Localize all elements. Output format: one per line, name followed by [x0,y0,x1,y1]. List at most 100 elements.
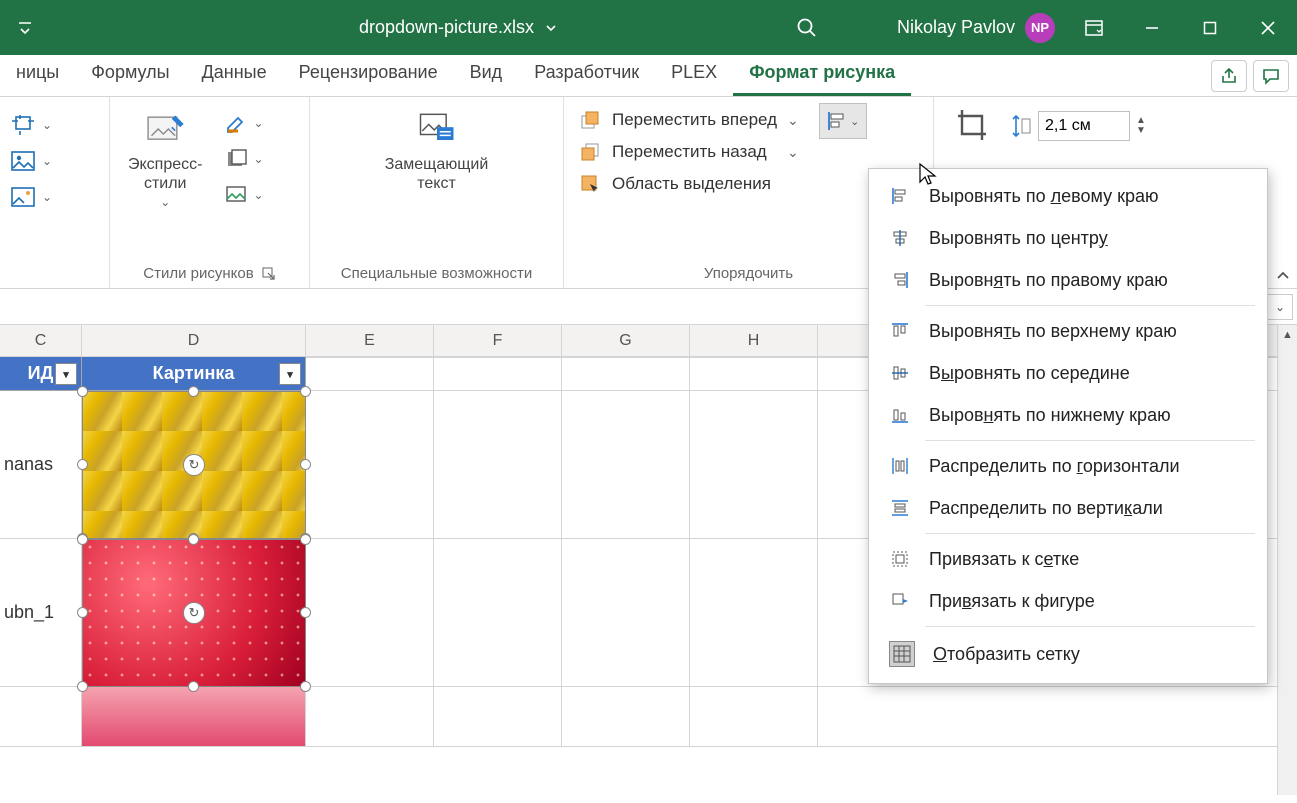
close-button[interactable] [1239,0,1297,55]
quick-styles-button[interactable]: Экспресс- стили ⌄ [120,103,210,214]
ribbon-tabs: ницыФормулыДанныеРецензированиеВидРазраб… [0,55,1297,97]
picture-cell[interactable] [82,391,306,539]
picture-layout-button[interactable]: ⌄ [216,179,272,211]
cell[interactable] [306,357,434,391]
cell[interactable] [0,687,82,747]
align-menu-item[interactable]: Выровнять по середине [869,352,1267,394]
align-menu-item[interactable]: Выровнять по правому краю [869,259,1267,301]
share-button[interactable] [1211,60,1247,92]
cell[interactable] [690,357,818,391]
group-label-accessibility: Специальные возможности [320,261,553,288]
embedded-image[interactable] [82,391,305,538]
table-header-cell[interactable]: ИД ▾ [0,357,82,391]
ribbon-collapse-button[interactable] [1275,268,1291,282]
column-header[interactable]: C [0,325,82,356]
align-menu-item-label: Выровнять по центру [929,228,1108,249]
dialog-launcher-icon[interactable] [262,267,276,281]
height-spinner[interactable]: ▲▼ [1136,116,1146,136]
cell[interactable]: nanas [0,391,82,539]
align-bottom-icon [889,404,911,426]
picture-icon [10,150,36,172]
align-menu-item-label: Выровнять по верхнему краю [929,321,1177,342]
tab-данные[interactable]: Данные [186,52,283,96]
scroll-up-button[interactable]: ▲ [1278,325,1297,345]
search-button[interactable] [717,17,897,39]
cell[interactable] [306,539,434,687]
align-menu-item-label: Выровнять по середине [929,363,1130,384]
cell[interactable] [434,687,562,747]
cell[interactable] [306,391,434,539]
maximize-icon [1203,21,1217,35]
bring-forward-button[interactable]: Переместить вперед ⌄ [574,107,805,133]
cell[interactable] [562,687,690,747]
align-menu-item-label: Распределить по горизонтали [929,456,1180,477]
cell[interactable] [306,687,434,747]
embedded-image[interactable] [82,539,305,686]
align-menu-item[interactable]: Отобразить сетку [869,631,1267,677]
selection-pane-button[interactable]: Область выделения [574,171,805,197]
alt-text-button[interactable]: Замещающий текст [377,103,497,197]
comments-button[interactable] [1253,60,1289,92]
column-header[interactable]: H [690,325,818,356]
maximize-button[interactable] [1181,0,1239,55]
align-menu-item[interactable]: Привязать к сетке [869,538,1267,580]
artistic-effects-button[interactable]: ⌄ [10,181,82,213]
table-header-cell[interactable]: Картинка ▾ [82,357,306,391]
ribbon-display-options-button[interactable] [1065,0,1123,55]
column-header[interactable]: F [434,325,562,356]
align-menu-item[interactable]: Выровнять по левому краю [869,175,1267,217]
color-button[interactable]: ⌄ [10,145,82,177]
column-header[interactable]: D [82,325,306,356]
picture-cell[interactable] [82,539,306,687]
alt-text-icon [415,109,459,149]
picture-border-button[interactable]: ⌄ [216,107,272,139]
filter-button[interactable]: ▾ [55,363,77,385]
cell[interactable] [690,391,818,539]
column-header[interactable]: G [562,325,690,356]
filter-button[interactable]: ▾ [279,363,301,385]
picture-effects-button[interactable]: ⌄ [216,143,272,175]
tab-plex[interactable]: PLEX [655,52,733,96]
cell[interactable]: ubn_1 [0,539,82,687]
column-header[interactable]: E [306,325,434,356]
align-menu-item[interactable]: Выровнять по центру [869,217,1267,259]
show-grid-icon [889,641,915,667]
vertical-scrollbar[interactable]: ▲ [1277,325,1297,795]
tab-ницы[interactable]: ницы [0,52,75,96]
tab-разработчик[interactable]: Разработчик [518,52,655,96]
align-menu-item[interactable]: Выровнять по верхнему краю [869,310,1267,352]
cell[interactable] [562,391,690,539]
height-input[interactable]: 2,1 см [1038,111,1130,141]
window-controls [1065,0,1297,55]
cell[interactable] [690,687,818,747]
cell[interactable] [434,357,562,391]
cell[interactable] [818,687,1297,747]
picture-cell[interactable] [82,687,306,747]
account-area[interactable]: Nikolay Pavlov NP [897,13,1055,43]
align-menu-item[interactable]: Распределить по горизонтали [869,445,1267,487]
minimize-button[interactable] [1123,0,1181,55]
align-menu-item[interactable]: Привязать к фигуре [869,580,1267,622]
formula-bar-expand-button[interactable]: ⌄ [1267,294,1293,320]
send-backward-button[interactable]: Переместить назад ⌄ [574,139,805,165]
cell[interactable] [690,539,818,687]
align-menu-item[interactable]: Распределить по вертикали [869,487,1267,529]
tab-рецензирование[interactable]: Рецензирование [283,52,454,96]
cell[interactable] [434,391,562,539]
styles-gallery-icon [143,107,187,151]
chevron-down-icon[interactable] [544,21,558,35]
embedded-image[interactable] [82,687,305,746]
qat-customize-button[interactable] [8,14,42,42]
corrections-button[interactable]: ⌄ [10,109,82,141]
align-objects-button[interactable]: ⌄ [819,103,867,139]
crop-button[interactable] [944,103,1004,155]
tab-формат-рисунка[interactable]: Формат рисунка [733,52,911,96]
cell[interactable] [434,539,562,687]
cell[interactable] [562,539,690,687]
align-menu-item[interactable]: Выровнять по нижнему краю [869,394,1267,436]
tab-вид[interactable]: Вид [454,52,519,96]
tab-формулы[interactable]: Формулы [75,52,185,96]
align-menu-item-label: Привязать к фигуре [929,591,1095,612]
menu-separator [925,533,1255,534]
cell[interactable] [562,357,690,391]
